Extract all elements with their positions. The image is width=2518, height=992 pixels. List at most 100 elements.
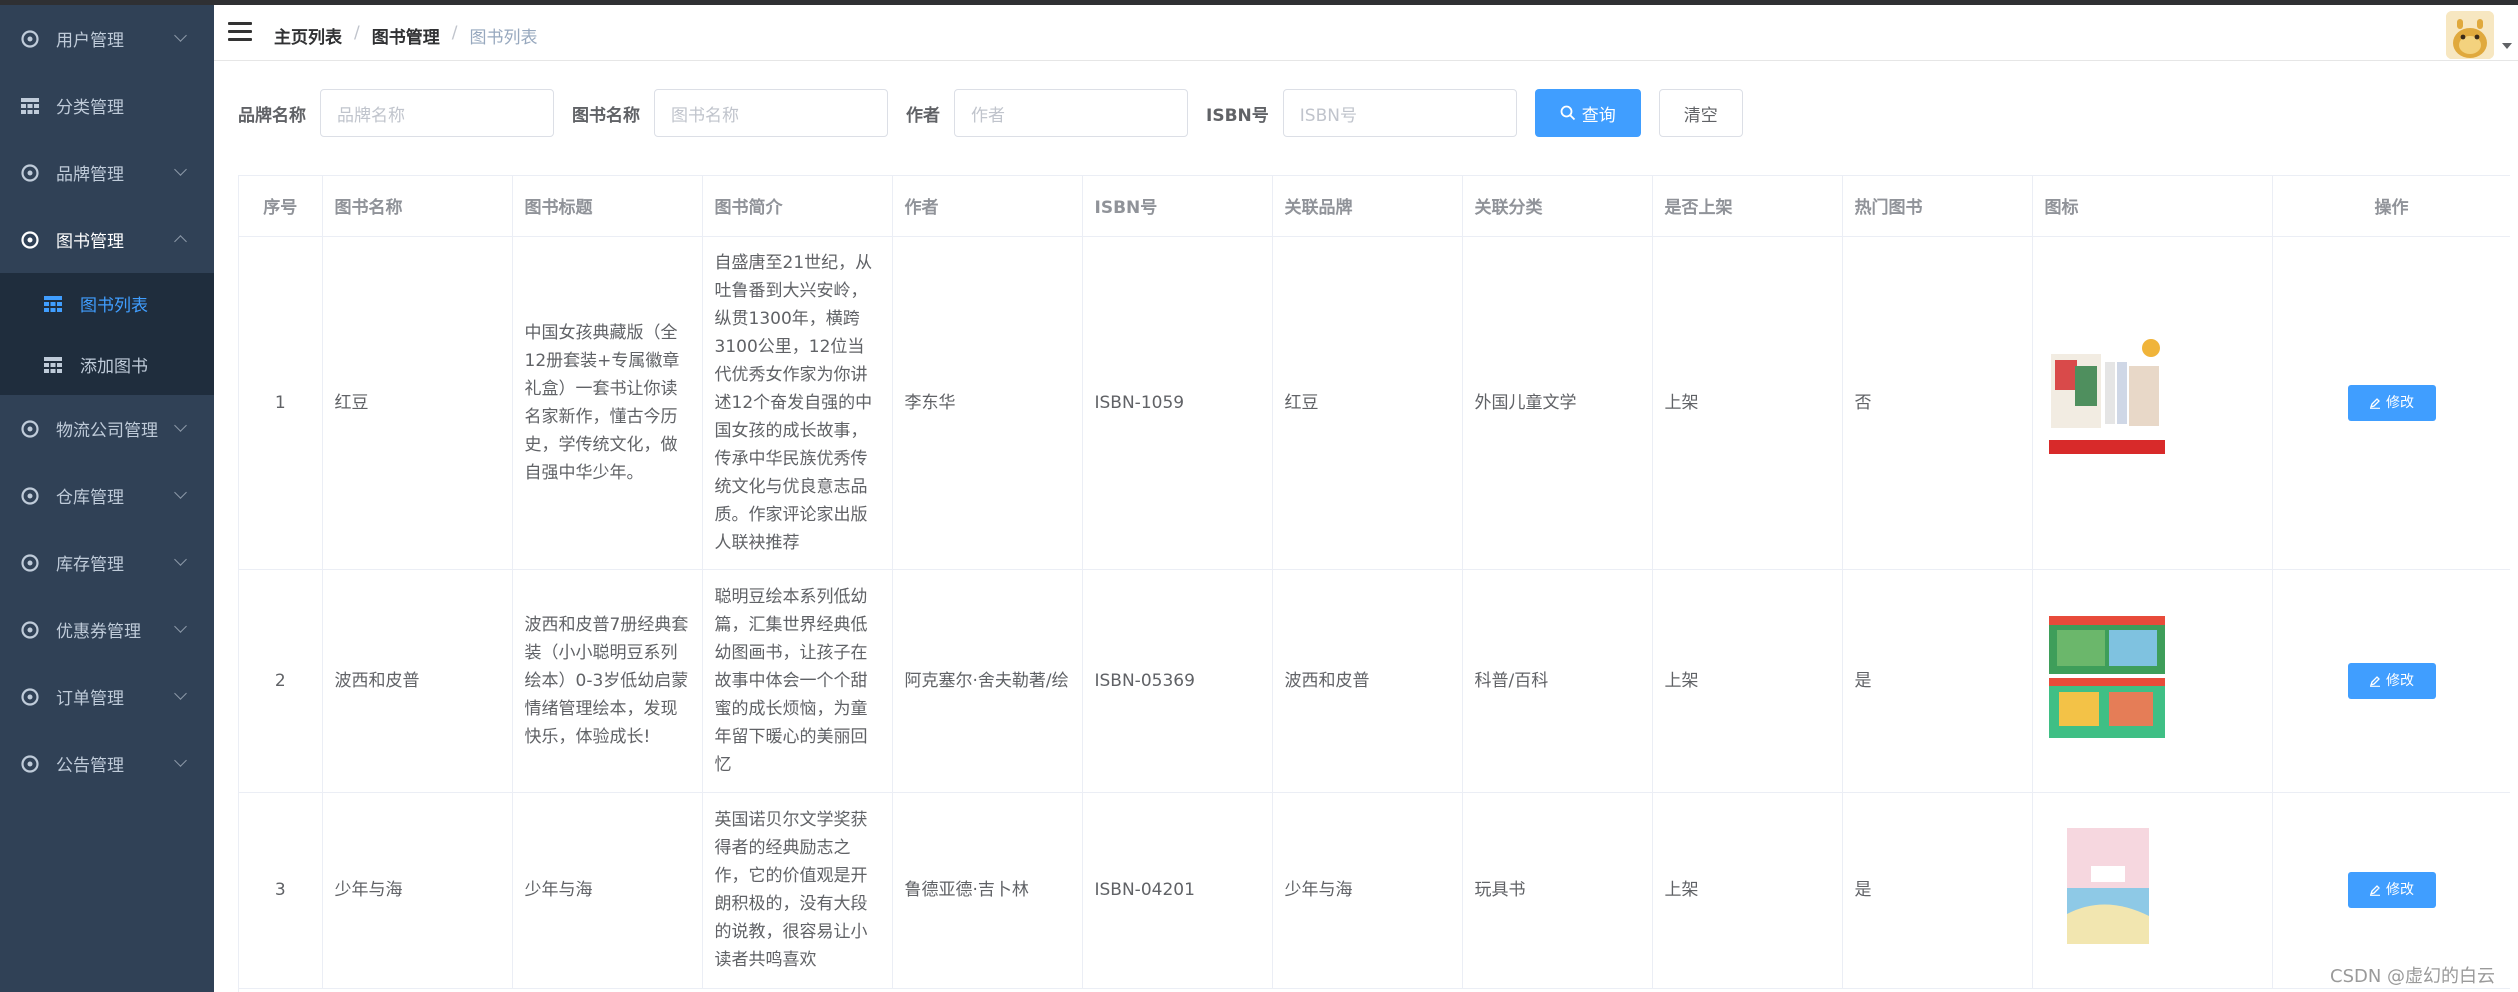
sidebar-item-label: 分类管理 — [56, 98, 124, 118]
sidebar-item-label: 仓库管理 — [56, 488, 124, 508]
edit-button-label: 修改 — [2386, 394, 2414, 411]
sidebar-item-users[interactable]: 用户管理 — [0, 5, 214, 72]
book-name-input[interactable]: 图书名称 — [654, 89, 888, 137]
table-row: 2 波西和皮普 波西和皮普7册经典套装（小小聪明豆系列绘本）0-3岁低幼启蒙情绪… — [239, 569, 2510, 793]
cell-name: 红豆 — [322, 236, 513, 570]
sidebar-item-coupons[interactable]: 优惠券管理 — [0, 596, 214, 663]
sidebar-item-categories[interactable]: 分类管理 — [0, 72, 214, 139]
brand-input[interactable]: 品牌名称 — [320, 89, 554, 137]
breadcrumb-home[interactable]: 主页列表 — [274, 23, 342, 48]
book-table: 序号 图书名称 图书标题 图书简介 作者 ISBN号 关联品牌 关联分类 是否上… — [238, 175, 2510, 992]
edit-button-label: 修改 — [2386, 672, 2414, 689]
cell-on-shelf: 上架 — [1652, 236, 1843, 570]
breadcrumb-separator: / — [354, 23, 360, 43]
table-row: 3 少年与海 少年与海 英国诺贝尔文学奖获得者的经典励志之作，它的价值观是开朗积… — [239, 792, 2510, 989]
col-header-isbn: ISBN号 — [1082, 176, 1273, 237]
chevron-down-icon — [174, 620, 187, 633]
gear-icon — [20, 29, 40, 49]
avatar[interactable] — [2446, 11, 2494, 59]
sidebar-item-logistics[interactable]: 物流公司管理 — [0, 395, 214, 462]
col-header-intro: 图书简介 — [702, 176, 893, 237]
cell-author: 李东华 — [892, 236, 1083, 570]
cell-actions: 修改 — [2272, 569, 2510, 793]
cell-cover — [2032, 569, 2273, 793]
cell-category: 玩具书 — [1462, 792, 1653, 989]
cell-title: 波西和皮普7册经典套装（小小聪明豆系列绘本）0-3岁低幼启蒙情绪管理绘本，发现快… — [512, 569, 703, 793]
edit-icon — [2369, 397, 2380, 409]
sidebar-item-books[interactable]: 图书管理 — [0, 206, 214, 273]
search-button[interactable]: 查询 — [1534, 89, 1641, 137]
sidebar-item-label: 订单管理 — [56, 689, 124, 709]
sidebar: 用户管理 分类管理 品牌管理 图书管理 图书列表 添加图书 物流公司管理 仓库管… — [0, 5, 214, 992]
clear-button[interactable]: 清空 — [1658, 89, 1743, 137]
edit-icon — [2369, 885, 2380, 896]
cell-brand: 红豆 — [1272, 236, 1463, 570]
cell-intro: 英国诺贝尔文学奖获得者的经典励志之作，它的价值观是开朗积极的，没有大段的说教，很… — [702, 792, 893, 989]
cell-category: 外国儿童文学 — [1462, 236, 1653, 570]
col-header-name: 图书名称 — [322, 176, 513, 237]
sidebar-item-warehouse[interactable]: 仓库管理 — [0, 462, 214, 529]
gear-icon — [20, 486, 40, 506]
book-name-label: 图书名称 — [572, 105, 640, 126]
caret-down-icon[interactable] — [2502, 43, 2512, 49]
cell-name: 少年与海 — [322, 792, 513, 989]
sidebar-item-label: 图书列表 — [80, 296, 148, 316]
gear-icon — [20, 230, 40, 250]
chevron-down-icon — [174, 687, 187, 700]
col-header-title: 图书标题 — [512, 176, 703, 237]
col-header-no: 序号 — [239, 176, 323, 237]
isbn-input[interactable]: ISBN号 — [1282, 89, 1517, 137]
table-header-row: 序号 图书名称 图书标题 图书简介 作者 ISBN号 关联品牌 关联分类 是否上… — [239, 176, 2510, 237]
breadcrumb-current: 图书列表 — [469, 28, 538, 48]
cell-title: 少年与海 — [512, 792, 703, 989]
search-form: 品牌名称 品牌名称 图书名称 图书名称 作者 作者 ISBN号 ISBN号 查询… — [238, 88, 1743, 138]
search-button-label: 查询 — [1581, 105, 1616, 126]
edit-button-label: 修改 — [2386, 882, 2414, 898]
sidebar-item-label: 用户管理 — [56, 31, 124, 51]
cell-isbn: ISBN-05369 — [1082, 569, 1273, 793]
cell-category: 科普/百科 — [1462, 569, 1653, 793]
chevron-down-icon — [174, 29, 187, 42]
author-input[interactable]: 作者 — [954, 89, 1188, 137]
edit-button[interactable]: 修改 — [2347, 662, 2436, 699]
col-header-cover: 图标 — [2032, 176, 2273, 237]
col-header-actions: 操作 — [2272, 176, 2510, 237]
hamburger-icon[interactable] — [228, 22, 252, 42]
cell-no: 2 — [239, 569, 323, 793]
chevron-down-icon — [174, 163, 187, 176]
watermark: CSDN @虚幻的白云 — [2330, 966, 2496, 987]
breadcrumb: 主页列表 / 图书管理 / 图书列表 — [274, 23, 537, 48]
book-submenu: 图书列表 添加图书 — [0, 273, 214, 395]
sidebar-item-brands[interactable]: 品牌管理 — [0, 139, 214, 206]
book-cover-image — [2044, 614, 2169, 738]
sidebar-item-label: 库存管理 — [56, 555, 124, 575]
gear-icon — [20, 419, 40, 439]
gear-icon — [20, 754, 40, 774]
sidebar-item-label: 物流公司管理 — [56, 421, 158, 441]
sidebar-item-inventory[interactable]: 库存管理 — [0, 529, 214, 596]
sidebar-item-orders[interactable]: 订单管理 — [0, 663, 214, 730]
table-icon — [20, 96, 40, 116]
cell-isbn: ISBN-04201 — [1082, 792, 1273, 989]
sidebar-item-book-list[interactable]: 图书列表 — [0, 273, 214, 334]
isbn-label: ISBN号 — [1206, 105, 1269, 126]
sidebar-item-add-book[interactable]: 添加图书 — [0, 334, 214, 395]
edit-button[interactable]: 修改 — [2347, 872, 2436, 908]
sidebar-item-label: 添加图书 — [80, 357, 148, 377]
gear-icon — [20, 553, 40, 573]
cell-author: 鲁德亚德·吉卜林 — [892, 792, 1083, 989]
breadcrumb-separator: / — [451, 23, 458, 43]
cell-cover — [2032, 792, 2273, 989]
search-icon — [1560, 105, 1575, 121]
sidebar-item-notices[interactable]: 公告管理 — [0, 730, 214, 797]
gear-icon — [20, 163, 40, 183]
table-icon — [44, 295, 62, 312]
col-header-author: 作者 — [892, 176, 1083, 237]
cell-brand: 少年与海 — [1272, 792, 1463, 989]
gear-icon — [20, 620, 40, 640]
cell-actions: 修改 — [2272, 792, 2510, 989]
cell-hot: 否 — [1842, 236, 2033, 570]
breadcrumb-books[interactable]: 图书管理 — [372, 23, 440, 48]
edit-button[interactable]: 修改 — [2347, 384, 2436, 421]
col-header-category: 关联分类 — [1462, 176, 1653, 237]
